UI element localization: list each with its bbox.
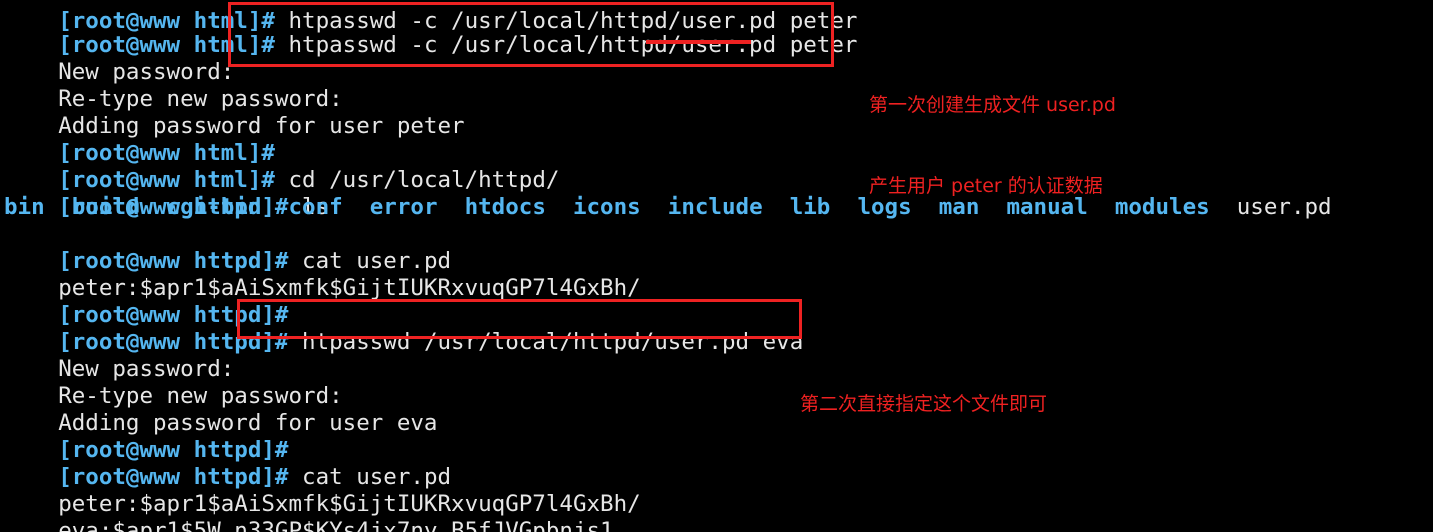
- ls-entry-separator: [830, 194, 857, 220]
- ls-entry-separator: [763, 194, 790, 220]
- ls-entry-directory: include: [667, 194, 763, 220]
- ls-entry-separator: [1210, 194, 1237, 220]
- ls-entry-directory: error: [369, 194, 438, 220]
- ls-entry-directory: htdocs: [464, 194, 546, 220]
- ls-entry-directory: icons: [572, 194, 641, 220]
- ls-entry-separator: [45, 194, 72, 220]
- ls-entry-directory: cgi-bin: [166, 194, 262, 220]
- ls-entry-directory: bin: [4, 194, 45, 220]
- command-text: htpasswd /usr/local/httpd/user.pd eva: [288, 329, 804, 355]
- terminal-line-partial-bottom: [root@www httpd]#: [4, 518, 288, 532]
- ls-entry-separator: [261, 194, 288, 220]
- annotation-note-2-line-1: 第二次直接指定这个文件即可: [800, 393, 1048, 415]
- ls-entry-separator: [139, 194, 166, 220]
- underline-user-pd: [646, 40, 751, 44]
- ls-entry-separator: [641, 194, 668, 220]
- command-text: htpasswd -c /usr/local/httpd/user.pd pet…: [274, 32, 858, 58]
- annotation-note-1-line-2: 产生用户 peter 的认证数据: [869, 175, 1103, 197]
- ls-entry-separator: [546, 194, 573, 220]
- annotation-note-2: 第二次直接指定这个文件即可: [800, 337, 1047, 472]
- ls-entry-directory: conf: [288, 194, 343, 220]
- terminal-window[interactable]: [root@www html]# htpasswd -c /usr/local/…: [0, 0, 1433, 532]
- ls-entry-directory: build: [71, 194, 140, 220]
- ls-entry-directory: modules: [1114, 194, 1210, 220]
- ls-entry-separator: [343, 194, 370, 220]
- ls-entry-separator: [438, 194, 465, 220]
- ls-entry-file: user.pd: [1236, 194, 1332, 220]
- annotation-note-1: 第一次创建生成文件 user.pd 产生用户 peter 的认证数据: [869, 38, 1116, 254]
- ls-entry-directory: lib: [789, 194, 831, 220]
- terminal-line-ls-output: bin build cgi-bin conf error htdocs icon…: [4, 194, 1332, 221]
- annotation-note-1-line-1: 第一次创建生成文件 user.pd: [869, 94, 1116, 116]
